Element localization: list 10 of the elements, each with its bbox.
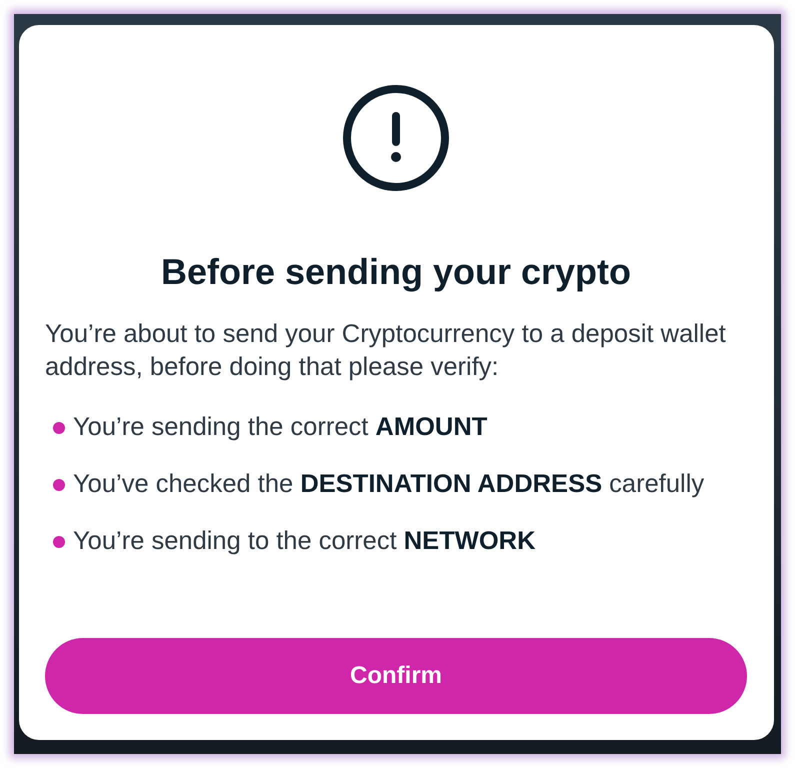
dialog-title: Before sending your crypto (160, 250, 632, 294)
checklist-item: You’ve checked the DESTINATION ADDRESS carefully (73, 469, 704, 500)
bullet-icon (53, 422, 65, 434)
bullet-icon (53, 478, 65, 490)
alert-icon (343, 85, 449, 191)
checklist-item: You’re sending the correct AMOUNT (73, 412, 488, 443)
bullet-icon (53, 536, 65, 548)
checklist-item: You’re sending to the correct NETWORK (73, 526, 536, 557)
intro-text: You’re about to send your Cryptocurrency to a deposit wallet address, before doing that please verify: (45, 319, 727, 383)
confirm-button[interactable]: Confirm (45, 638, 747, 714)
